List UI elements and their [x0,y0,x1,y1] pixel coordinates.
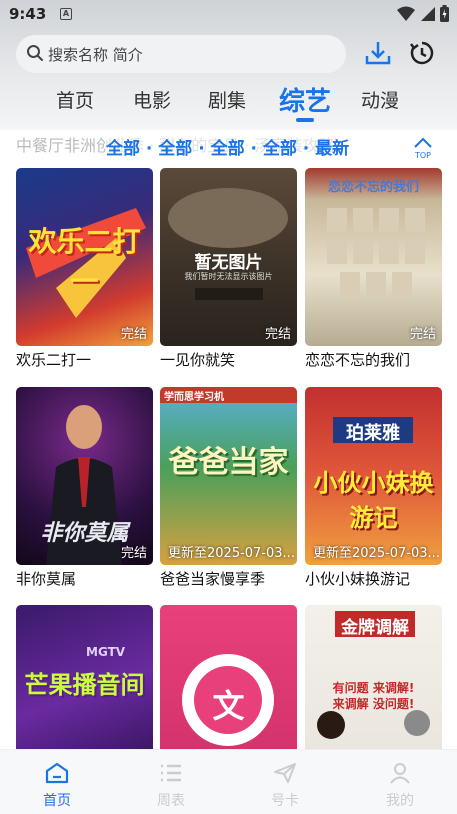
nav-label: 我的 [386,793,414,809]
poster-sub-art: 我们暂时无法显示该图片 [184,272,273,281]
poster-title-art: 爸爸当家 [168,445,289,480]
filter-bar[interactable]: 全部 · 全部 · 全部 · 全部 · 最新 [106,134,350,159]
poster-title-art: 恋恋不忘的我们 [327,180,419,195]
user-icon [390,763,410,784]
wifi-icon [397,6,415,21]
poster-title-art: 文 [212,687,245,725]
media-card[interactable]: 暂无图片 我们暂时无法显示该图片 完结 一见你就笑 [160,168,297,370]
media-title: 一见你就笑 [160,351,236,369]
search-icon [27,45,43,61]
status-time: 9:43 [9,5,47,23]
top-label: TOP [414,151,431,160]
status-badge: 完结 [120,327,147,342]
media-card[interactable]: 欢乐二打一 完结 欢乐二打一 [16,168,153,370]
status-badge: 完结 [409,327,436,342]
poster-title-art: 芒果播音间 [24,671,145,699]
media-title: 恋恋不忘的我们 [305,351,411,369]
poster: 恋恋不忘的我们 完结 [305,168,442,346]
nav-label: 首页 [43,793,71,809]
category-tabs: 首页 电影 剧集 综艺 动漫 [0,82,457,126]
brand-art: MGTV [86,645,126,659]
media-title: 欢乐二打一 [16,351,92,369]
status-badge: 完结 [120,546,147,561]
chevron-up-icon [414,137,432,148]
media-card[interactable]: 非你莫属 完结 非你莫属 [16,387,153,589]
signal-icon [421,6,435,21]
nav-label: 周表 [157,793,185,809]
poster-title-art: 暂无图片 [194,253,263,273]
nav-home[interactable]: 首页 [27,762,87,810]
nav-profile[interactable]: 我的 [370,762,430,810]
gesture-bar [0,808,457,814]
download-icon[interactable] [364,39,392,67]
bottom-nav: 首页 周表 号卡 我的 [0,749,457,814]
poster: 珀莱雅 小伙小妹换游记 更新至2025-07-03... [305,387,442,565]
poster: 非你莫属 完结 [16,387,153,565]
nav-card[interactable]: 号卡 [255,762,315,810]
search-placeholder: 搜索名称 简介 [48,46,143,64]
poster-title-art: 欢乐二打一 [28,225,141,298]
tab-movies[interactable]: 电影 [133,86,171,113]
media-card[interactable]: 学而思学习机 爸爸当家 更新至2025-07-03... 爸爸当家慢享季 [160,387,297,589]
active-tab-indicator [296,118,314,122]
tab-home[interactable]: 首页 [56,86,94,113]
list-icon [161,764,181,782]
home-icon [45,762,69,784]
notification-badge-icon: A [60,8,72,20]
tab-anime[interactable]: 动漫 [361,86,399,113]
poster: 欢乐二打一 完结 [16,168,153,346]
media-title: 非你莫属 [16,570,77,588]
media-title: 爸爸当家慢享季 [160,570,266,588]
media-card[interactable]: 恋恋不忘的我们 完结 恋恋不忘的我们 [305,168,442,370]
media-title: 小伙小妹换游记 [305,570,411,588]
poster: 暂无图片 我们暂时无法显示该图片 完结 [160,168,297,346]
battery-icon [440,5,449,22]
poster: 学而思学习机 爸爸当家 更新至2025-07-03... [160,387,297,565]
tab-series[interactable]: 剧集 [208,86,246,113]
search-input[interactable]: 搜索名称 简介 [16,35,346,73]
status-badge: 更新至2025-07-03... [168,546,295,561]
brand-art: 学而思学习机 [164,392,224,403]
send-icon [274,763,296,783]
nav-label: 号卡 [271,793,299,809]
status-bar: 9:43 A [0,0,457,30]
tab-variety[interactable]: 综艺 [279,81,331,118]
history-icon[interactable] [408,39,436,67]
media-card[interactable]: 珀莱雅 小伙小妹换游记 更新至2025-07-03... 小伙小妹换游记 [305,387,442,589]
status-badge: 更新至2025-07-03... [313,546,440,561]
poster-title-art: 小伙小妹换游记 [313,469,434,532]
scroll-top-button[interactable]: TOP [410,134,436,160]
status-badge: 完结 [264,327,291,342]
status-icons [397,5,449,22]
nav-schedule[interactable]: 周表 [141,762,201,810]
brand-art: 珀莱雅 [346,423,400,444]
